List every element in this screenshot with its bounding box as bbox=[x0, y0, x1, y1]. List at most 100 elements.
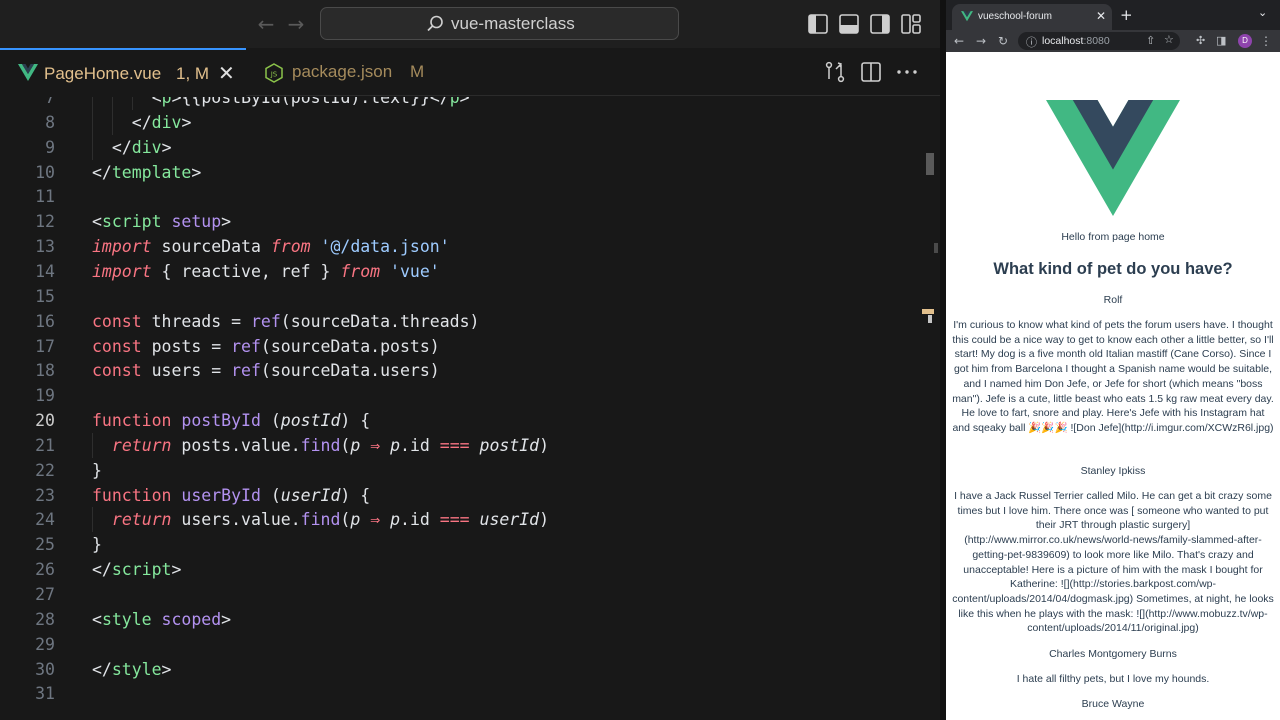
vscode-window: ← → vue-masterclass PageHome.vue 1, M ✕ … bbox=[0, 0, 946, 720]
share-icon[interactable]: ⇧ bbox=[1146, 34, 1155, 47]
toggle-secondary-sidebar-icon[interactable] bbox=[869, 13, 891, 35]
tab-status: M bbox=[410, 62, 425, 81]
code-token: ref bbox=[250, 311, 281, 331]
close-icon[interactable]: ✕ bbox=[218, 62, 235, 84]
star-icon[interactable]: ☆ bbox=[1164, 33, 1174, 46]
code-text: import { reactive, ref } from 'vue' bbox=[92, 259, 440, 284]
code-line[interactable]: 14 import { reactive, ref } from 'vue' bbox=[0, 259, 920, 284]
code-line[interactable]: 26 </script> bbox=[0, 557, 920, 582]
code-token: const bbox=[92, 336, 142, 356]
code-token: < bbox=[151, 97, 162, 107]
code-token: return bbox=[111, 435, 172, 455]
code-line[interactable]: 21 return posts.value.find(p ⇒ p.id === p… bbox=[0, 432, 920, 458]
customize-layout-icon[interactable] bbox=[900, 13, 922, 35]
code-line[interactable]: 28 <style scoped> bbox=[0, 607, 920, 632]
tab-label: PageHome.vue bbox=[44, 64, 162, 83]
code-line[interactable]: 24 return users.value.find(p ⇒ p.id === u… bbox=[0, 507, 920, 533]
code-line[interactable]: 17 const posts = ref(sourceData.posts) bbox=[0, 334, 920, 359]
code-token: const bbox=[92, 311, 142, 331]
code-line[interactable]: 19 bbox=[0, 383, 920, 408]
toggle-primary-sidebar-icon[interactable] bbox=[807, 13, 829, 35]
code-text: const users = ref(sourceData.users) bbox=[92, 358, 440, 383]
line-number: 22 bbox=[35, 460, 55, 480]
code-token: ⇒ bbox=[360, 435, 391, 455]
code-token: < bbox=[92, 212, 102, 232]
code-token: scoped bbox=[161, 609, 222, 629]
code-line[interactable]: 8 </div> bbox=[0, 109, 920, 135]
code-token: ) bbox=[539, 510, 550, 530]
more-actions-icon[interactable] bbox=[896, 61, 918, 83]
code-line[interactable]: 22} bbox=[0, 458, 920, 483]
code-token: ) { bbox=[340, 411, 371, 431]
code-token: userById bbox=[181, 485, 261, 505]
code-text: </div> bbox=[132, 110, 192, 135]
code-line[interactable]: 20 function postById (postId) { bbox=[0, 408, 920, 433]
code-line[interactable]: 23 function userById (userId) { bbox=[0, 483, 920, 508]
open-changes-icon[interactable] bbox=[824, 61, 846, 83]
browser-tab[interactable]: vueschool-forum ✕ bbox=[952, 4, 1112, 30]
side-panel-icon[interactable]: ◨ bbox=[1216, 33, 1226, 49]
code-line[interactable]: 13 import sourceData from '@/data.json' bbox=[0, 234, 920, 259]
editor-scrollbar[interactable] bbox=[920, 97, 938, 720]
code-token: p bbox=[350, 435, 361, 455]
line-number: 27 bbox=[35, 585, 55, 604]
code-line[interactable]: 27 bbox=[0, 582, 920, 607]
code-line[interactable]: 9 </div> bbox=[0, 134, 920, 160]
split-editor-icon[interactable] bbox=[860, 61, 882, 83]
code-line[interactable]: 15 bbox=[0, 284, 920, 309]
extensions-icon[interactable]: ✣ bbox=[1196, 33, 1205, 49]
code-token: const bbox=[92, 361, 142, 381]
code-line[interactable]: 10 </template> bbox=[0, 160, 920, 185]
code-token: import bbox=[92, 261, 152, 281]
code-token: </ bbox=[131, 112, 152, 132]
close-icon[interactable]: ✕ bbox=[1096, 9, 1106, 23]
indent-guide bbox=[92, 507, 93, 533]
code-line[interactable]: 30 </style> bbox=[0, 657, 920, 682]
forward-arrow-icon[interactable]: → bbox=[284, 12, 308, 36]
code-text: <p>{{postById(postId).text}}</p> bbox=[152, 97, 470, 110]
code-line[interactable]: 31 bbox=[0, 681, 920, 706]
code-token: >{{postById(postId).text}}</ bbox=[171, 97, 450, 107]
forward-arrow-icon[interactable]: → bbox=[976, 33, 986, 49]
code-token: > bbox=[191, 162, 202, 182]
chevron-down-icon[interactable]: ⌄ bbox=[1258, 6, 1267, 19]
scroll-marker bbox=[934, 243, 938, 253]
info-icon[interactable]: ⓘ bbox=[1026, 34, 1037, 50]
code-line[interactable]: 29 bbox=[0, 632, 920, 657]
toggle-panel-icon[interactable] bbox=[838, 13, 860, 35]
browser-tab-title: vueschool-forum bbox=[978, 11, 1052, 22]
back-arrow-icon[interactable]: ← bbox=[254, 12, 278, 36]
code-line[interactable]: 18 const users = ref(sourceData.users) bbox=[0, 358, 920, 383]
command-center[interactable]: vue-masterclass bbox=[320, 7, 679, 40]
code-token: sourceData bbox=[151, 237, 271, 257]
code-token: p bbox=[390, 510, 401, 530]
scroll-thumb[interactable] bbox=[926, 153, 934, 175]
code-line[interactable]: 12 <script setup> bbox=[0, 209, 920, 234]
reload-icon[interactable]: ↻ bbox=[998, 33, 1008, 49]
code-token: from bbox=[340, 261, 381, 281]
line-number: 8 bbox=[45, 112, 55, 132]
indent-guide bbox=[111, 109, 113, 135]
new-tab-icon[interactable]: + bbox=[1120, 6, 1133, 24]
code-line[interactable]: 7 <p>{{postById(postId).text}}</p> bbox=[0, 97, 920, 110]
line-number: 26 bbox=[35, 560, 55, 580]
tab-pagehome-vue[interactable]: PageHome.vue 1, M ✕ bbox=[0, 48, 246, 96]
tab-package-json[interactable]: JS package.json M bbox=[248, 48, 448, 96]
code-line[interactable]: 25} bbox=[0, 532, 920, 557]
address-bar[interactable]: ⓘ localhost:8080 ⇧ ☆ bbox=[1018, 32, 1180, 50]
post-author: Rolf bbox=[1103, 294, 1123, 306]
back-arrow-icon[interactable]: ← bbox=[954, 33, 964, 49]
code-token: > bbox=[161, 659, 172, 679]
tab-label: package.json bbox=[292, 62, 393, 81]
code-token: postId bbox=[479, 435, 540, 455]
code-editor[interactable]: 7 <p>{{postById(postId).text}}</p> 8 </div>… bbox=[0, 97, 946, 720]
post-author: Bruce Wayne bbox=[1081, 698, 1145, 710]
code-line[interactable]: 11 bbox=[0, 184, 920, 209]
menu-icon[interactable]: ⋮ bbox=[1260, 33, 1272, 49]
code-line[interactable]: 16 const threads = ref(sourceData.threads… bbox=[0, 309, 920, 334]
avatar[interactable]: D bbox=[1238, 34, 1252, 48]
editor-tab-bar: PageHome.vue 1, M ✕ JS package.json M bbox=[0, 48, 946, 96]
line-number: 24 bbox=[35, 510, 55, 530]
